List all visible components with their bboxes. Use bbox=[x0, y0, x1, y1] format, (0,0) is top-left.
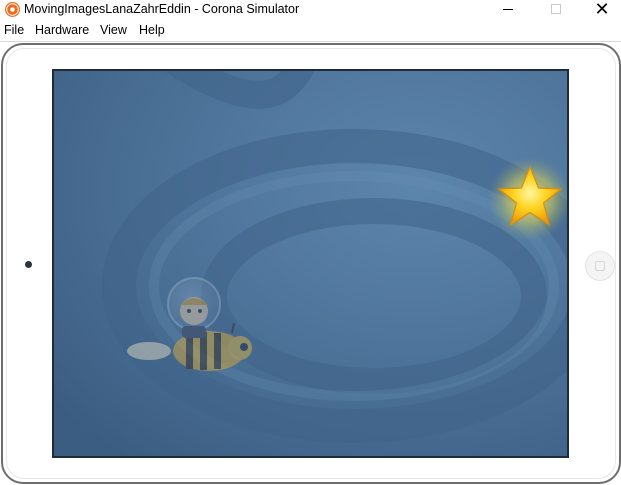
menu-view[interactable]: View bbox=[100, 23, 127, 37]
camera-icon bbox=[25, 261, 32, 268]
corona-simulator-window: MovingImagesLanaZahrEddin - Corona Simul… bbox=[0, 0, 621, 485]
rider-body bbox=[182, 326, 206, 338]
rider-eye bbox=[187, 309, 191, 313]
home-icon bbox=[595, 261, 605, 271]
menu-help[interactable]: Help bbox=[139, 23, 165, 37]
menu-hardware[interactable]: Hardware bbox=[35, 23, 89, 37]
bee-eye bbox=[240, 343, 248, 351]
menu-file[interactable]: File bbox=[4, 23, 24, 37]
minimize-icon bbox=[503, 9, 513, 10]
simulator-screen[interactable] bbox=[52, 69, 569, 458]
title-bar[interactable]: MovingImagesLanaZahrEddin - Corona Simul… bbox=[0, 0, 621, 20]
maximize-icon bbox=[551, 4, 561, 14]
maximize-button[interactable] bbox=[533, 0, 579, 20]
rider-eye bbox=[198, 309, 202, 313]
minimize-button[interactable] bbox=[485, 0, 531, 20]
window-title: MovingImagesLanaZahrEddin - Corona Simul… bbox=[24, 2, 300, 16]
menu-divider bbox=[0, 41, 621, 42]
game-canvas bbox=[54, 71, 567, 456]
bee-stripe bbox=[214, 333, 221, 369]
menu-bar: File Hardware View Help bbox=[0, 21, 621, 41]
bee-head bbox=[228, 336, 252, 360]
corona-app-icon bbox=[5, 2, 20, 17]
close-button[interactable]: ✕ bbox=[579, 0, 621, 20]
bee-trail bbox=[127, 342, 171, 360]
close-icon: ✕ bbox=[594, 0, 610, 19]
home-button[interactable] bbox=[585, 251, 615, 281]
bee-stripe bbox=[186, 333, 193, 369]
